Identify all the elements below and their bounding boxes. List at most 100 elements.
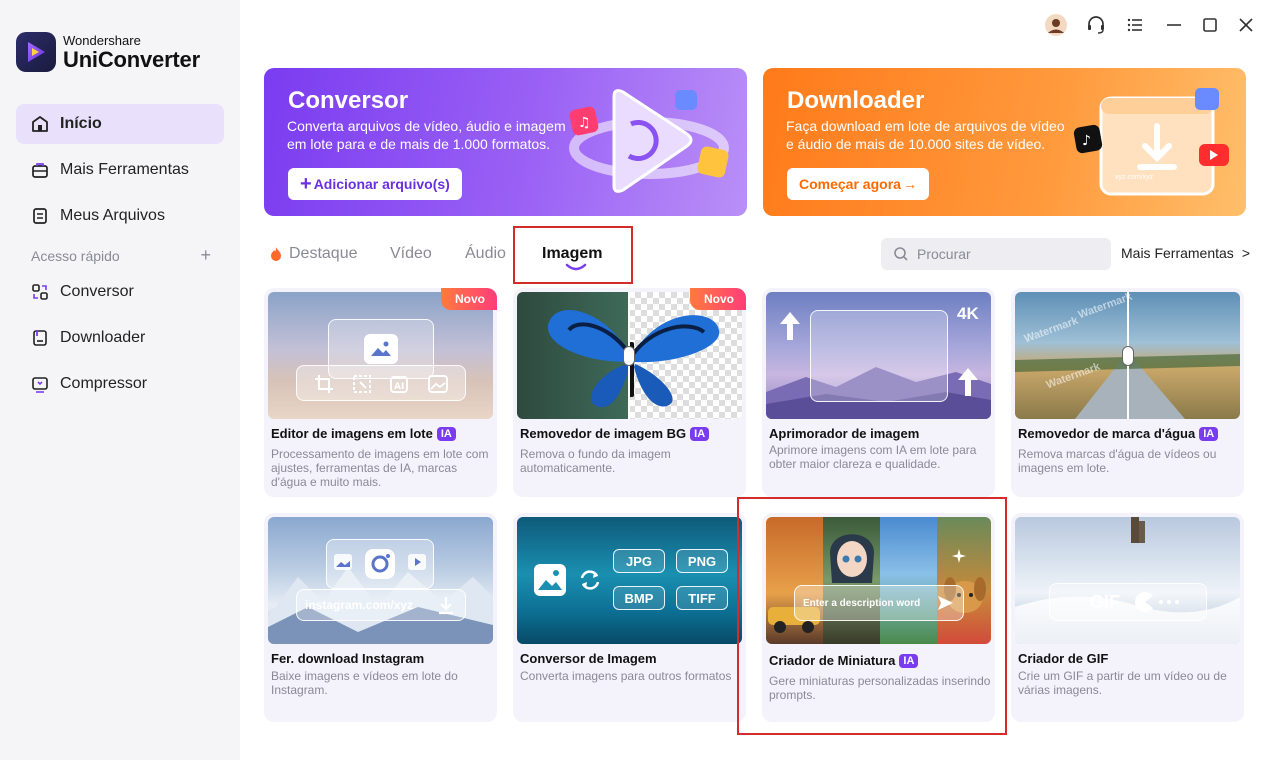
card-description: Remova marcas d'água de vídeos ou imagen… [1018, 447, 1217, 475]
card-description: Crie um GIF a partir de um vídeo ou de v… [1018, 669, 1227, 697]
converter-banner-title: Conversor [288, 87, 409, 114]
brand-name: UniConverter [63, 46, 200, 72]
svg-text:♫: ♫ [578, 115, 591, 131]
card-description: Remova o fundo da imagem automaticamente… [520, 447, 671, 475]
converter-banner-text: Converta arquivos de vídeo, áudio e imag… [287, 118, 566, 152]
card-thumbnail: instagram.com/xyz [268, 517, 493, 644]
menu-list-icon[interactable] [1122, 12, 1148, 38]
sidebar-item-label: Meus Arquivos [60, 207, 165, 224]
compress-icon [32, 377, 48, 393]
toolbox-icon [32, 163, 48, 178]
card-description: Baixe imagens e vídeos em lote do Instag… [271, 669, 458, 697]
maximize-icon[interactable] [1197, 12, 1223, 38]
card-title: Removedor de imagem BG IA [520, 426, 710, 441]
snow-field-image [1015, 517, 1240, 644]
image-icon [371, 341, 391, 356]
search-input[interactable] [917, 246, 1097, 262]
gallery-icon [428, 375, 448, 393]
tab-destaque[interactable]: Destaque [268, 245, 358, 263]
format-tiff: TIFF [676, 586, 728, 610]
card-thumbnail: AI [268, 292, 493, 419]
sidebar-item-label: Conversor [60, 283, 134, 300]
search-icon [894, 247, 908, 261]
minimize-icon[interactable] [1161, 12, 1187, 38]
support-headset-icon[interactable] [1083, 12, 1109, 38]
sparkle-icon [952, 549, 966, 563]
downloader-banner-text: Faça download em lote de arquivos de víd… [786, 118, 1065, 152]
ai-badge: IA [690, 426, 710, 441]
uniconverter-logo-icon [16, 32, 56, 72]
tab-video[interactable]: Vídeo [390, 245, 432, 263]
select-icon [353, 375, 371, 393]
image-icon [534, 564, 566, 596]
converter-banner[interactable]: Conversor Converta arquivos de vídeo, áu… [264, 68, 747, 216]
arrow-up-icon [780, 312, 800, 340]
convert-arrows-icon [580, 570, 600, 590]
search-box[interactable] [881, 238, 1111, 270]
prompt-placeholder-text: Enter a description word [803, 597, 921, 609]
ai-badge: IA [436, 426, 456, 441]
tab-imagem[interactable]: Imagem [542, 245, 602, 263]
close-icon[interactable] [1233, 12, 1259, 38]
download-icon [33, 330, 47, 346]
card-title: Fer. download Instagram [271, 651, 425, 666]
card-thumbnail-creator[interactable]: Enter a description word Criador de Mini… [762, 513, 995, 722]
sidebar-item-label: Mais Ferramentas [60, 161, 189, 178]
instagram-icon [365, 549, 395, 579]
converter-icon [32, 284, 48, 300]
card-description: Gere miniaturas personalizadas inserindo… [769, 674, 991, 702]
sidebar-item-label: Downloader [60, 329, 146, 346]
more-tools-link[interactable]: Mais Ferramentas > [1121, 245, 1250, 261]
user-avatar-icon[interactable] [1043, 12, 1069, 38]
send-icon [938, 596, 953, 610]
active-tab-indicator [565, 263, 587, 271]
crop-icon [315, 375, 333, 393]
card-image-converter[interactable]: JPG PNG BMP TIFF Conversor de Imagem Con… [513, 513, 746, 722]
card-watermark-remover[interactable]: Watermark Watermark Watermark Removedor … [1011, 288, 1244, 497]
start-now-button[interactable]: Começar agora → [787, 168, 929, 200]
card-thumbnail [517, 292, 742, 419]
downloader-illustration-icon: ♪ [1073, 88, 1229, 196]
downloader-banner-title: Downloader [787, 87, 925, 114]
ai-badge: IA [1199, 426, 1219, 441]
card-gif-creator[interactable]: GIF Criador de GIF Crie um GIF a partir … [1011, 513, 1244, 722]
sidebar-item-meus-arquivos[interactable]: Meus Arquivos [16, 196, 224, 236]
card-title: Criador de GIF [1018, 651, 1109, 666]
card-description: Aprimore imagens com IA em lote para obt… [769, 443, 977, 471]
card-title: Conversor de Imagem [520, 651, 657, 666]
video-icon [408, 554, 426, 570]
card-title: Criador de Miniatura IA [769, 653, 919, 668]
card-bg-remover[interactable]: Novo Removedor de imagem BG IA Remova o f… [513, 288, 746, 497]
image-icon [334, 554, 352, 570]
sidebar-item-compressor[interactable]: Compressor [16, 364, 224, 404]
card-thumbnail: 4K [766, 292, 991, 419]
card-instagram-downloader[interactable]: instagram.com/xyz Fer. download Instagra… [264, 513, 497, 722]
fire-icon [271, 247, 281, 261]
format-png: PNG [676, 549, 728, 573]
card-thumbnail: Watermark Watermark Watermark [1015, 292, 1240, 419]
add-quick-access-icon[interactable]: + [200, 246, 211, 264]
card-thumbnail: JPG PNG BMP TIFF [517, 517, 742, 644]
card-title: Removedor de marca d'água IA [1018, 426, 1219, 441]
sidebar-item-label: Compressor [60, 375, 148, 392]
card-batch-image-editor[interactable]: AI Novo Editor de imagens em lote IA Proc… [264, 288, 497, 497]
card-description: Converta imagens para outros formatos [520, 669, 732, 683]
home-icon [32, 116, 48, 132]
sidebar-item-conversor[interactable]: Conversor [16, 272, 224, 312]
quick-access-header: Acesso rápido + [31, 246, 211, 264]
card-title: Editor de imagens em lote IA [271, 426, 456, 441]
sidebar-item-downloader[interactable]: Downloader [16, 318, 224, 358]
card-image-enhancer[interactable]: 4K Aprimorador de imagem Aprimore imagen… [762, 288, 995, 497]
format-jpg: JPG [613, 549, 665, 573]
arrow-up-icon [958, 368, 978, 396]
tab-audio[interactable]: Áudio [465, 245, 506, 263]
gif-label: GIF [1090, 591, 1120, 612]
add-files-button[interactable]: + Adicionar arquivo(s) [288, 168, 462, 200]
card-description: Processamento de imagens em lote com aju… [271, 447, 489, 489]
download-icon [439, 597, 453, 615]
sidebar-item-mais-ferramentas[interactable]: Mais Ferramentas [16, 150, 224, 190]
ai-badge: IA [899, 653, 919, 668]
sidebar-item-inicio[interactable]: Início [16, 104, 224, 144]
sidebar-item-label: Início [60, 115, 102, 132]
downloader-banner[interactable]: Downloader Faça download em lote de arqu… [763, 68, 1246, 216]
